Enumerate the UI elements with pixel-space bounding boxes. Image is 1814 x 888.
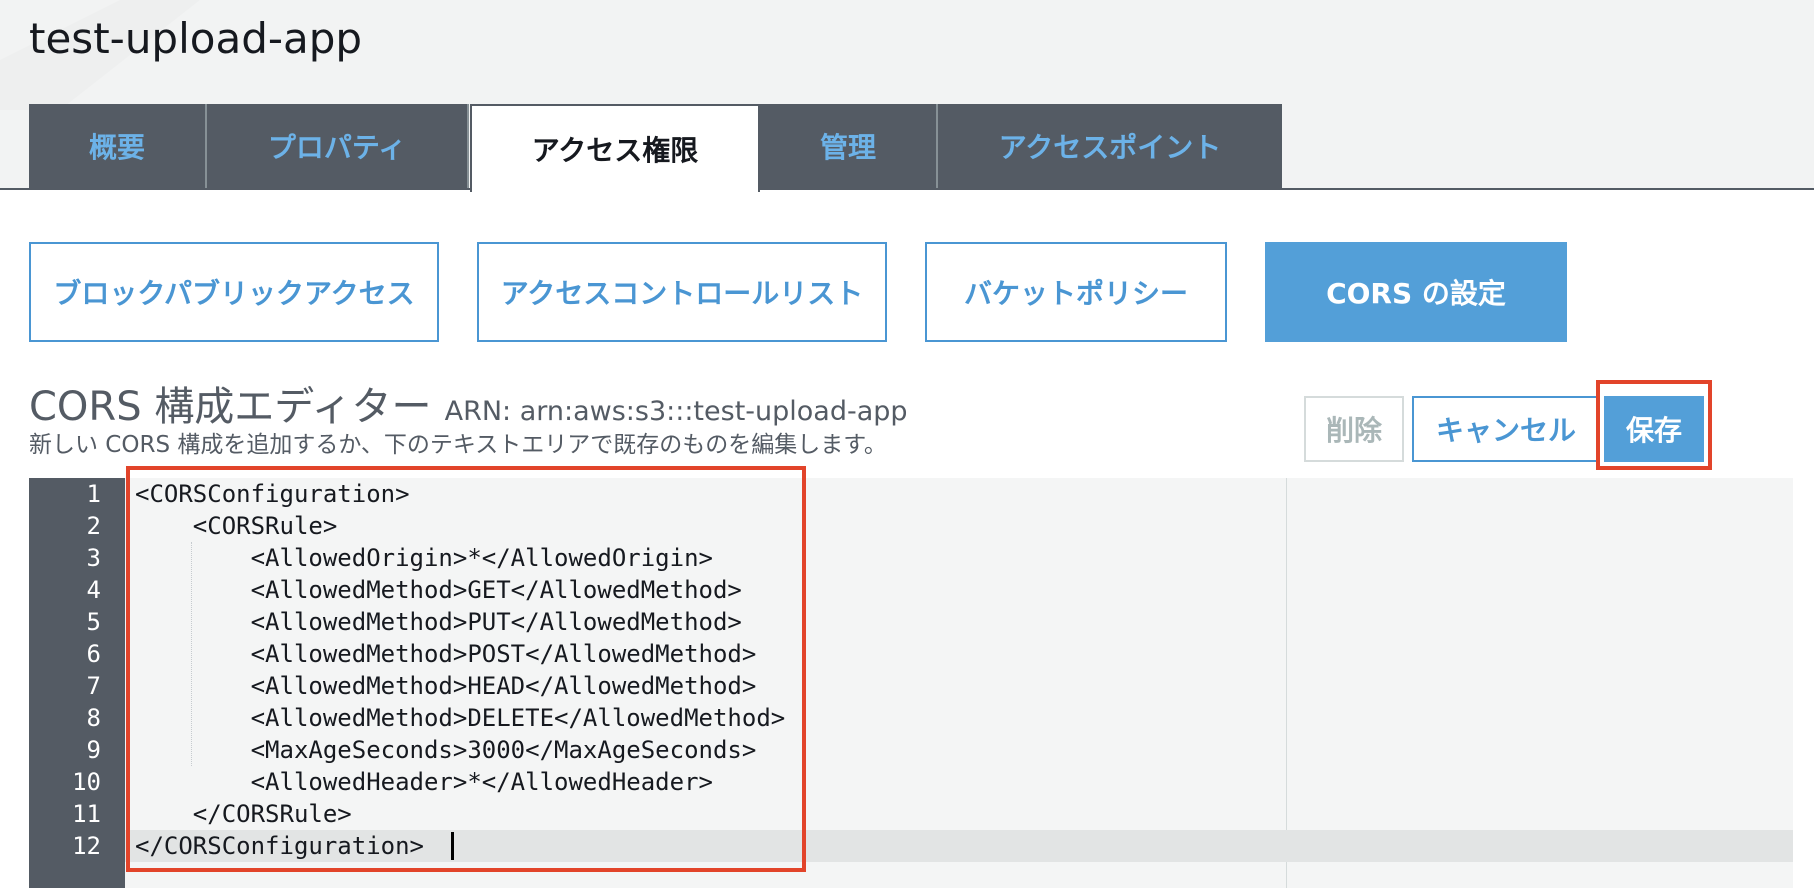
subtab-access-control-list[interactable]: アクセスコントロールリスト <box>477 242 887 342</box>
line-number: 1 <box>86 480 101 508</box>
line-number: 4 <box>86 576 101 604</box>
tabs-divider <box>0 188 1814 190</box>
bucket-name-title: test-upload-app <box>29 14 363 63</box>
tab-overview[interactable]: 概要 <box>29 104 207 188</box>
line-number: 9 <box>86 736 101 764</box>
cors-editor[interactable]: 1 2 3 4 5 6 7 8 9 10 11 12 <CORSConfigur… <box>29 478 1793 888</box>
line-number: 12 <box>72 832 101 860</box>
save-button[interactable]: 保存 <box>1604 396 1704 462</box>
code-line[interactable]: <CORSConfiguration> <box>135 478 410 510</box>
line-number: 2 <box>86 512 101 540</box>
editor-description: 新しい CORS 構成を追加するか、下のテキストエリアで既存のものを編集します。 <box>29 432 887 458</box>
line-number: 3 <box>86 544 101 572</box>
tab-management[interactable]: 管理 <box>760 104 938 188</box>
code-line[interactable]: <AllowedMethod>HEAD</AllowedMethod> <box>135 670 757 702</box>
line-number: 11 <box>72 800 101 828</box>
tab-permissions[interactable]: アクセス権限 <box>470 104 760 192</box>
line-number-gutter: 1 2 3 4 5 6 7 8 9 10 11 12 <box>29 478 125 888</box>
code-line[interactable]: <AllowedMethod>PUT</AllowedMethod> <box>135 606 742 638</box>
line-number: 6 <box>86 640 101 668</box>
subtab-cors-configuration[interactable]: CORS の設定 <box>1265 242 1567 342</box>
code-line[interactable]: <CORSRule> <box>135 510 338 542</box>
editor-heading: CORS 構成エディター ARN: arn:aws:s3:::test-uplo… <box>29 374 908 432</box>
subtab-block-public-access[interactable]: ブロックパブリックアクセス <box>29 242 439 342</box>
line-number: 7 <box>86 672 101 700</box>
print-margin-line <box>1286 478 1287 888</box>
bucket-arn: ARN: arn:aws:s3:::test-upload-app <box>444 396 908 427</box>
line-number: 10 <box>72 768 101 796</box>
tab-access-points[interactable]: アクセスポイント <box>938 104 1282 188</box>
code-line[interactable]: </CORSRule> <box>135 798 352 830</box>
line-number: 8 <box>86 704 101 732</box>
code-line[interactable]: <AllowedMethod>DELETE</AllowedMethod> <box>135 702 786 734</box>
code-line[interactable]: <AllowedOrigin>*</AllowedOrigin> <box>135 542 713 574</box>
cancel-button[interactable]: キャンセル <box>1412 396 1600 462</box>
tab-properties[interactable]: プロパティ <box>207 104 469 188</box>
code-line[interactable]: <AllowedMethod>GET</AllowedMethod> <box>135 574 742 606</box>
code-line[interactable]: <MaxAgeSeconds>3000</MaxAgeSeconds> <box>135 734 757 766</box>
subtab-bucket-policy[interactable]: バケットポリシー <box>925 242 1227 342</box>
line-number: 5 <box>86 608 101 636</box>
code-line[interactable]: <AllowedHeader>*</AllowedHeader> <box>135 766 713 798</box>
text-cursor <box>451 832 454 860</box>
code-line[interactable]: </CORSConfiguration> <box>135 830 424 862</box>
delete-button[interactable]: 削除 <box>1304 396 1404 462</box>
code-line[interactable]: <AllowedMethod>POST</AllowedMethod> <box>135 638 757 670</box>
editor-title: CORS 構成エディター <box>29 384 432 430</box>
